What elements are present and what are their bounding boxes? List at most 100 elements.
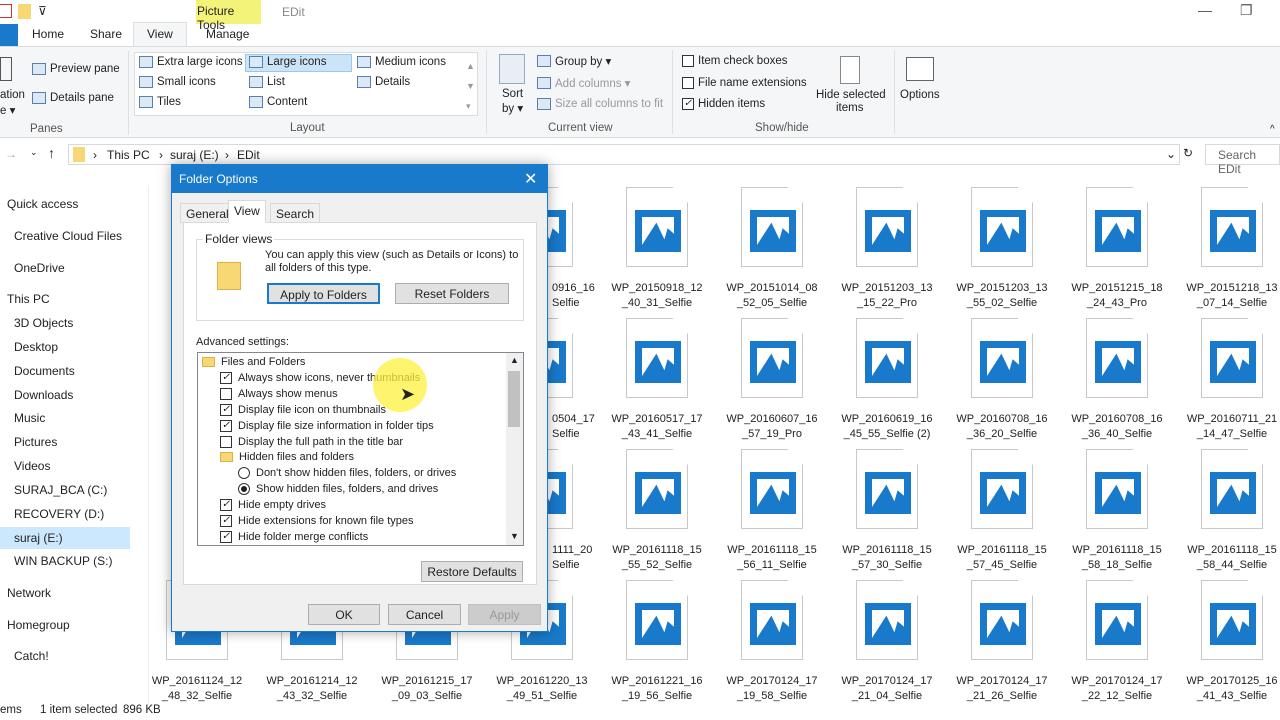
scroll-up-icon[interactable]: ▲ xyxy=(510,355,519,365)
file-item[interactable]: WP_20151203_13 _55_02_Selfie xyxy=(946,187,1058,311)
forward-icon[interactable]: → xyxy=(5,147,17,161)
file-item[interactable]: WP_20161118_15 _56_11_Selfie xyxy=(716,449,828,573)
details-pane-button[interactable]: Details pane xyxy=(32,92,114,104)
sort-label[interactable]: Sort xyxy=(502,88,523,100)
ok-button[interactable]: OK xyxy=(308,604,380,625)
setting-check[interactable]: ✓ Hide folder merge conflicts xyxy=(220,529,368,545)
tab-home[interactable]: Home xyxy=(32,27,64,41)
file-item[interactable]: WP_20170124_17 _21_04_Selfie xyxy=(831,580,943,704)
item-check-boxes-toggle[interactable]: Item check boxes xyxy=(682,55,787,67)
collapse-ribbon-icon[interactable]: ^ xyxy=(1270,124,1275,135)
nav-item[interactable]: Videos xyxy=(0,455,130,477)
tab-share[interactable]: Share xyxy=(90,27,122,41)
file-item[interactable]: WP_20161221_16 _19_56_Selfie xyxy=(601,580,713,704)
setting-radio[interactable]: Don't show hidden files, folders, or dri… xyxy=(238,465,456,481)
tab-view[interactable]: View xyxy=(147,27,173,41)
layout-tiles[interactable]: Tiles xyxy=(139,96,181,108)
address-dropdown-icon[interactable]: ⌄ xyxy=(1166,147,1176,161)
nav-item[interactable]: Downloads xyxy=(0,384,130,406)
layout-scroll-icon[interactable]: ▲ ▼ ▾ xyxy=(466,56,475,116)
nav-item[interactable]: Desktop xyxy=(0,336,130,358)
group-by-button[interactable]: Group by ▾ xyxy=(537,54,611,68)
nav-item[interactable]: Music xyxy=(0,407,130,429)
layout-small-icons[interactable]: Small icons xyxy=(139,76,216,88)
close-icon[interactable]: ✕ xyxy=(524,169,537,189)
properties-icon[interactable] xyxy=(0,4,12,18)
file-item[interactable]: WP_20151218_13 _07_14_Selfie xyxy=(1176,187,1280,311)
scroll-thumb[interactable] xyxy=(508,371,520,427)
navigation-pane-icon[interactable] xyxy=(0,57,12,81)
file-item[interactable]: WP_20160607_16 _57_19_Pro xyxy=(716,318,828,442)
file-item[interactable]: WP_20151215_18 _24_43_Pro xyxy=(1061,187,1173,311)
file-item[interactable]: WP_20160708_16 _36_20_Selfie xyxy=(946,318,1058,442)
up-icon[interactable]: ↑ xyxy=(48,145,55,161)
nav-item[interactable]: SURAJ_BCA (C:) xyxy=(0,479,130,501)
layout-details[interactable]: Details xyxy=(357,76,410,88)
navigation-pane-dropdown[interactable]: e ▾ xyxy=(0,103,15,117)
layout-large-icons[interactable]: Large icons xyxy=(249,56,326,68)
setting-check[interactable]: ✓ Hide empty drives xyxy=(220,497,326,513)
tab-search[interactable]: Search xyxy=(270,203,321,223)
layout-list[interactable]: List xyxy=(249,76,285,88)
setting-check[interactable]: ✓ Hide extensions for known file types xyxy=(220,513,413,529)
preview-pane-button[interactable]: Preview pane xyxy=(32,63,120,75)
file-item[interactable]: WP_20170124_17 _22_12_Selfie xyxy=(1061,580,1173,704)
reset-folders-button[interactable]: Reset Folders xyxy=(395,283,509,304)
refresh-icon[interactable]: ↻ xyxy=(1183,146,1193,160)
file-item[interactable]: WP_20150918_12 _40_31_Selfie xyxy=(601,187,713,311)
minimize-icon[interactable]: — xyxy=(1198,2,1212,18)
nav-item[interactable]: 3D Objects xyxy=(0,312,130,334)
nav-item[interactable]: Homegroup xyxy=(0,614,130,636)
file-item[interactable]: WP_20161118_15 _57_30_Selfie xyxy=(831,449,943,573)
layout-content[interactable]: Content xyxy=(249,96,307,108)
setting-check[interactable]: ✓ Display file size information in folder… xyxy=(220,418,434,434)
nav-item[interactable]: Catch! xyxy=(0,645,130,667)
setting-check[interactable]: ✓ Display file icon on thumbnails xyxy=(220,402,386,418)
address-bar[interactable]: › This PC › suraj (E:) › EDit ⌄ xyxy=(68,144,1180,165)
apply-to-folders-button[interactable]: Apply to Folders xyxy=(267,283,380,304)
nav-item[interactable]: Documents xyxy=(0,360,130,382)
advanced-settings-tree[interactable]: Files and Folders ✓ Always show icons, nev… xyxy=(197,352,524,546)
file-item[interactable]: WP_20170125_16 _41_43_Selfie xyxy=(1176,580,1280,704)
file-item[interactable]: WP_20160708_16 _36_40_Selfie xyxy=(1061,318,1173,442)
nav-item[interactable]: WIN BACKUP (S:) xyxy=(0,550,130,572)
nav-item[interactable]: Pictures xyxy=(0,431,130,453)
file-item[interactable]: WP_20151203_13 _15_22_Pro xyxy=(831,187,943,311)
layout-medium-icons[interactable]: Medium icons xyxy=(357,56,446,68)
nav-item[interactable]: Quick access xyxy=(0,193,130,215)
nav-item[interactable]: Creative Cloud Files xyxy=(0,225,130,247)
nav-item[interactable]: Network xyxy=(0,582,130,604)
scroll-down-icon[interactable]: ▼ xyxy=(510,531,519,541)
tree-scrollbar[interactable]: ▲ ▼ xyxy=(506,353,523,545)
tab-manage[interactable]: Manage xyxy=(206,27,249,41)
add-columns-button[interactable]: Add columns ▾ xyxy=(537,76,630,90)
customize-toolbar-icon[interactable]: ⊽ xyxy=(38,4,47,18)
tab-view[interactable]: View xyxy=(228,200,266,223)
cancel-button[interactable]: Cancel xyxy=(388,604,461,625)
breadcrumb-edit[interactable]: EDit xyxy=(237,148,260,162)
restore-defaults-button[interactable]: Restore Defaults xyxy=(421,561,523,582)
navigation-pane-button[interactable]: ation xyxy=(0,89,25,101)
file-item[interactable]: WP_20161118_15 _57_45_Selfie xyxy=(946,449,1058,573)
apply-button[interactable]: Apply xyxy=(468,604,541,625)
setting-check[interactable]: Display the full path in the title bar xyxy=(220,434,403,450)
recent-locations-icon[interactable]: ⌄ xyxy=(30,147,38,158)
breadcrumb-drive[interactable]: suraj (E:) xyxy=(170,148,219,162)
hide-selected-button[interactable]: Hide selected xyxy=(816,89,886,101)
nav-item[interactable]: RECOVERY (D:) xyxy=(0,503,130,525)
setting-check[interactable]: Always show menus xyxy=(220,386,338,402)
new-folder-icon[interactable] xyxy=(18,4,31,19)
maximize-icon[interactable]: ❐ xyxy=(1240,2,1253,19)
file-item[interactable]: WP_20160711_21 _14_47_Selfie xyxy=(1176,318,1280,442)
file-name-extensions-toggle[interactable]: File name extensions xyxy=(682,77,807,89)
file-item[interactable]: WP_20160619_16 _45_55_Selfie (2) xyxy=(831,318,943,442)
sort-by-button[interactable]: by ▾ xyxy=(502,101,523,115)
file-item[interactable]: WP_20161118_15 _58_44_Selfie xyxy=(1176,449,1280,573)
nav-item[interactable]: This PC xyxy=(0,288,130,310)
file-item[interactable]: WP_20160517_17 _43_41_Selfie xyxy=(601,318,713,442)
setting-radio[interactable]: Show hidden files, folders, and drives xyxy=(238,481,438,497)
layout-extra-large-icons[interactable]: Extra large icons xyxy=(139,56,243,68)
hidden-items-toggle[interactable]: ✓ Hidden items xyxy=(682,98,765,110)
tab-general[interactable]: General xyxy=(180,203,235,223)
file-item[interactable]: WP_20170124_17 _21_26_Selfie xyxy=(946,580,1058,704)
